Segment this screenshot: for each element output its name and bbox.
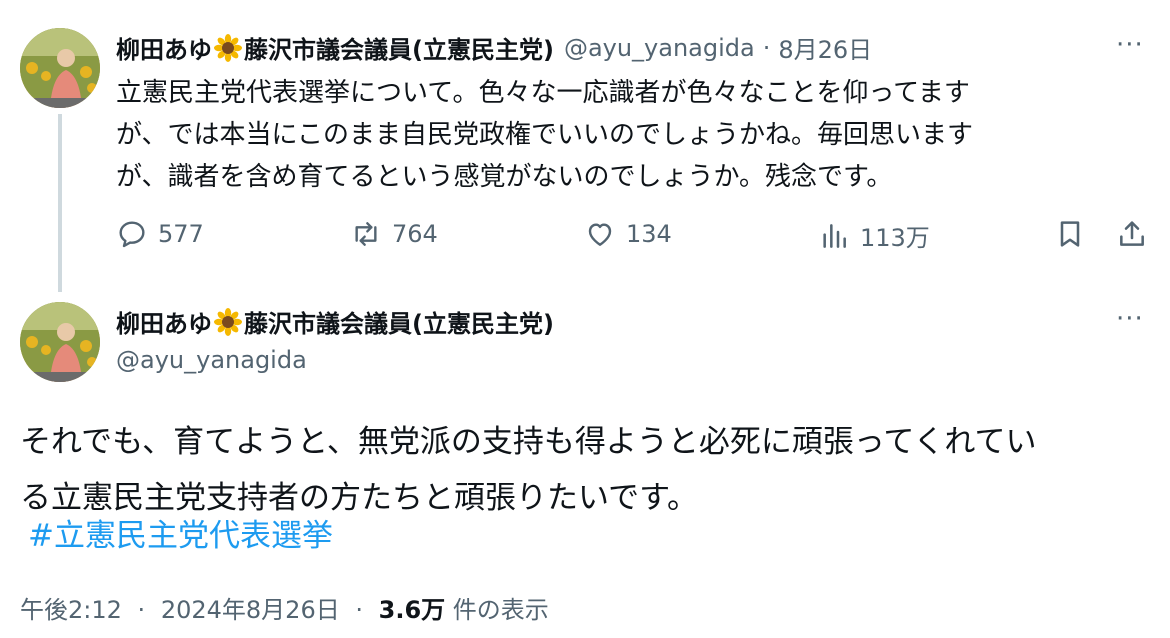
repost-button[interactable]: 764 — [350, 218, 438, 250]
avatar-image — [20, 302, 100, 382]
post-time[interactable]: 午後2:12 — [20, 596, 122, 624]
tweet-text-line: が、では本当にこのまま自民党政権でいいのでしょうかね。毎回思います — [116, 120, 973, 150]
more-icon[interactable]: ··· — [1116, 304, 1144, 334]
more-icon[interactable]: ··· — [1116, 30, 1144, 60]
display-name-suffix[interactable]: 藤沢市議会議員(立憲民主党) — [244, 304, 554, 339]
share-icon — [1120, 221, 1144, 246]
reply-icon — [119, 221, 145, 248]
tweet-text-line: それでも、育てようと、無党派の支持も得ようと必死に頑張ってくれてい — [20, 424, 1037, 460]
post-date[interactable]: 8月26日 — [778, 30, 872, 65]
share-button[interactable] — [1116, 218, 1158, 250]
bookmark-button[interactable] — [1054, 218, 1096, 250]
display-name[interactable]: 柳田あゆ — [116, 30, 212, 65]
hashtag-link[interactable]: #立憲民主党代表選挙 — [28, 510, 333, 555]
display-name-suffix[interactable]: 藤沢市議会議員(立憲民主党) — [244, 30, 554, 65]
sunflower-emoji-icon — [214, 307, 242, 336]
tweet1-header: 柳田あゆ 藤沢市議会議員(立憲民主党) @ayu_yanagida · 8月26… — [116, 30, 872, 65]
reply-button[interactable]: 577 — [116, 218, 204, 250]
thread-line — [58, 114, 62, 292]
separator-dot: · — [762, 33, 771, 62]
like-count: 134 — [626, 220, 672, 248]
tweet-text: 立憲民主党代表選挙について。色々な一応識者が色々なことを仰ってます が、では本当… — [116, 72, 973, 198]
handle[interactable]: @ayu_yanagida — [564, 34, 755, 62]
like-button[interactable]: 134 — [584, 218, 672, 250]
tweet-text-line: 立憲民主党代表選挙について。色々な一応識者が色々なことを仰ってます — [116, 78, 970, 108]
repost-icon — [355, 222, 377, 246]
post-full-date[interactable]: 2024年8月26日 — [161, 596, 340, 624]
display-name[interactable]: 柳田あゆ — [116, 304, 212, 339]
avatar-image — [20, 28, 100, 108]
like-icon — [588, 223, 612, 246]
separator-dot: · — [355, 596, 363, 624]
tweet-text-line: が、識者を含め育てるという感覚がないのでしょうか。残念です。 — [116, 162, 893, 192]
views-button[interactable]: 113万 — [818, 218, 930, 253]
avatar[interactable] — [20, 28, 100, 108]
tweet-meta: 午後2:12 · 2024年8月26日 · 3.6万 件の表示 — [20, 590, 549, 625]
view-count: 3.6万 — [378, 596, 446, 624]
tweet2-header: 柳田あゆ 藤沢市議会議員(立憲民主党) — [116, 304, 554, 339]
views-count: 113万 — [860, 224, 930, 252]
repost-count: 764 — [392, 220, 438, 248]
reply-count: 577 — [158, 220, 204, 248]
views-icon — [823, 223, 846, 248]
handle[interactable]: @ayu_yanagida — [116, 346, 307, 374]
separator-dot: · — [137, 596, 146, 624]
avatar[interactable] — [20, 302, 100, 382]
bookmark-icon — [1060, 221, 1080, 247]
sunflower-emoji-icon — [214, 33, 242, 62]
tweet-actions: 577 764 134 113万 — [116, 218, 1156, 258]
view-count-label: 件の表示 — [452, 596, 549, 624]
